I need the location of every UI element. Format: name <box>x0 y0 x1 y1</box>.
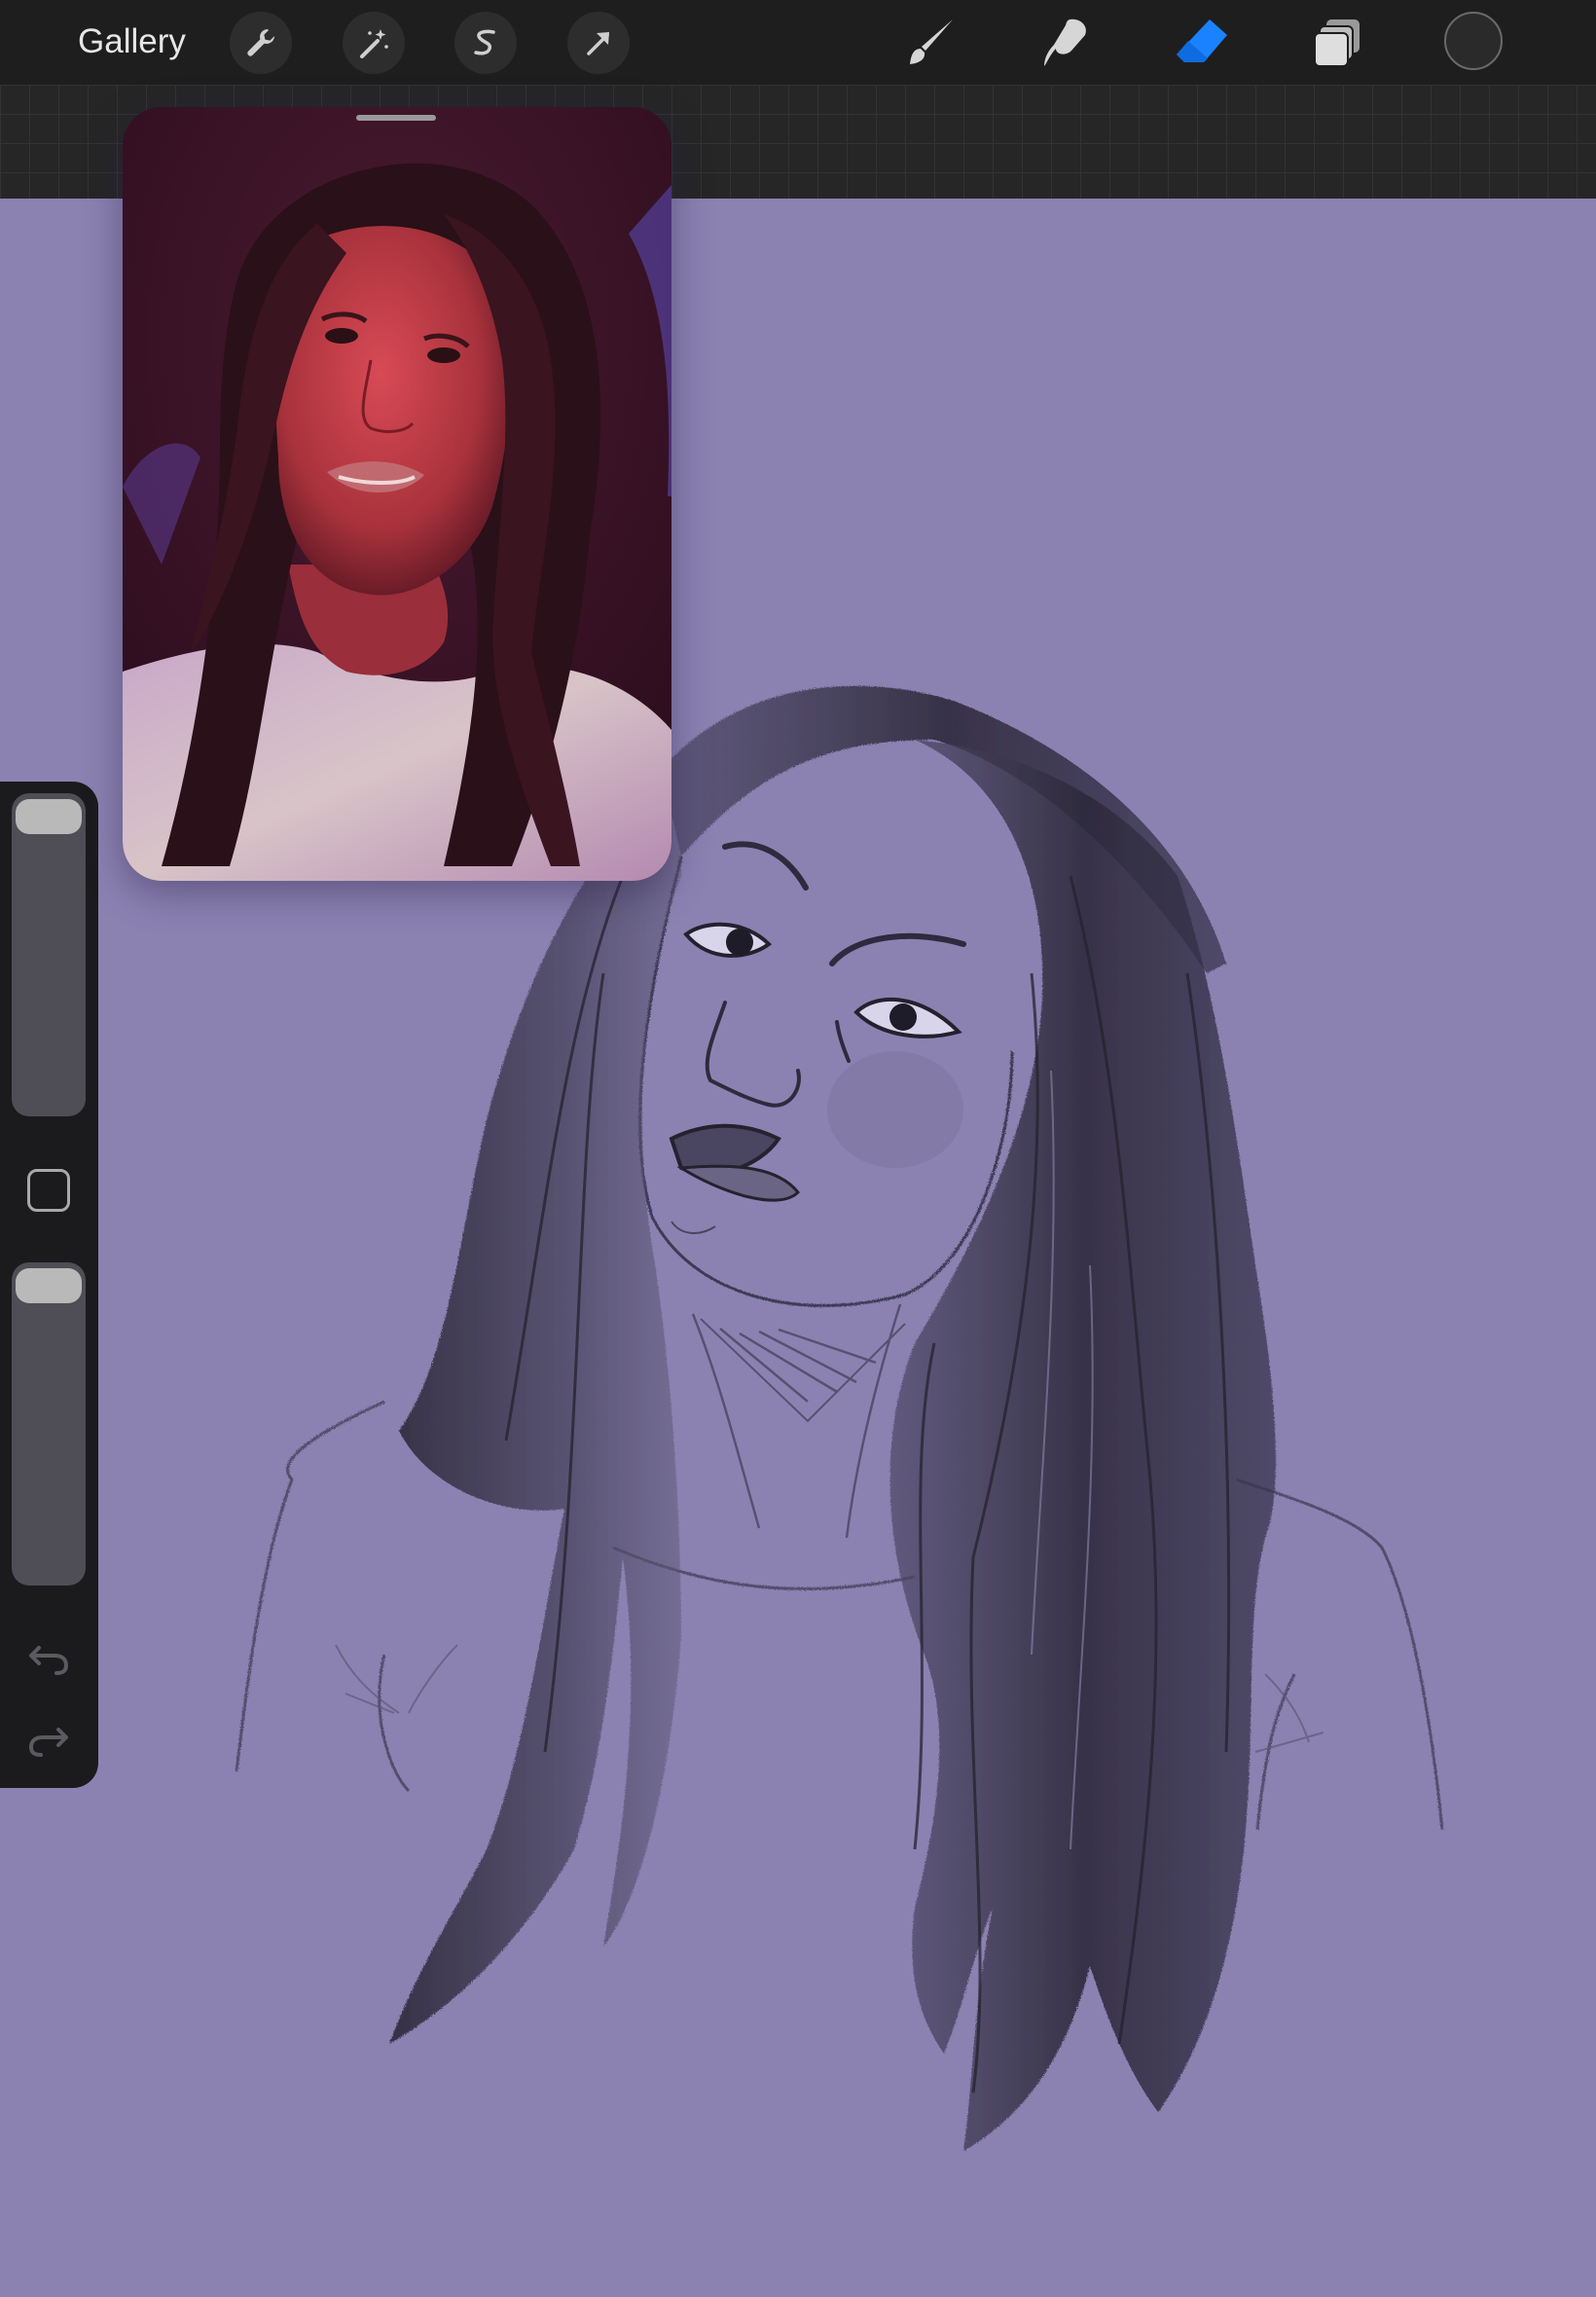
eraser-icon <box>1177 19 1227 62</box>
actions-button[interactable] <box>230 12 292 74</box>
selection-s-icon <box>474 29 495 55</box>
transform-button[interactable] <box>567 12 630 74</box>
brush-size-thumb[interactable] <box>16 799 82 834</box>
color-picker-button[interactable] <box>1444 12 1503 70</box>
reference-photo <box>123 107 671 881</box>
undo-icon <box>29 1646 69 1675</box>
reference-window[interactable] <box>123 107 671 881</box>
top-toolbar: Gallery <box>0 0 1596 85</box>
brush-icon <box>910 19 953 64</box>
left-sidebar <box>0 782 98 1788</box>
magic-wand-icon <box>360 29 388 58</box>
smudge-icon <box>1044 18 1086 66</box>
opacity-thumb[interactable] <box>16 1268 82 1303</box>
redo-button[interactable] <box>25 1714 72 1761</box>
undo-button[interactable] <box>25 1632 72 1679</box>
layers-icon <box>1314 19 1360 67</box>
transform-arrow-icon <box>587 32 609 55</box>
reference-drag-handle[interactable] <box>356 115 436 121</box>
modify-button[interactable] <box>27 1169 70 1212</box>
erase-button[interactable] <box>1166 8 1238 78</box>
gallery-button[interactable]: Gallery <box>78 18 186 66</box>
wrench-icon <box>247 29 274 56</box>
selection-button[interactable] <box>454 12 517 74</box>
adjustments-button[interactable] <box>343 12 405 74</box>
layers-button[interactable] <box>1302 8 1374 78</box>
paint-button[interactable] <box>895 8 967 78</box>
redo-icon <box>28 1728 68 1757</box>
smudge-button[interactable] <box>1030 8 1102 78</box>
brush-size-slider[interactable] <box>12 793 86 1116</box>
opacity-slider[interactable] <box>12 1262 86 1586</box>
